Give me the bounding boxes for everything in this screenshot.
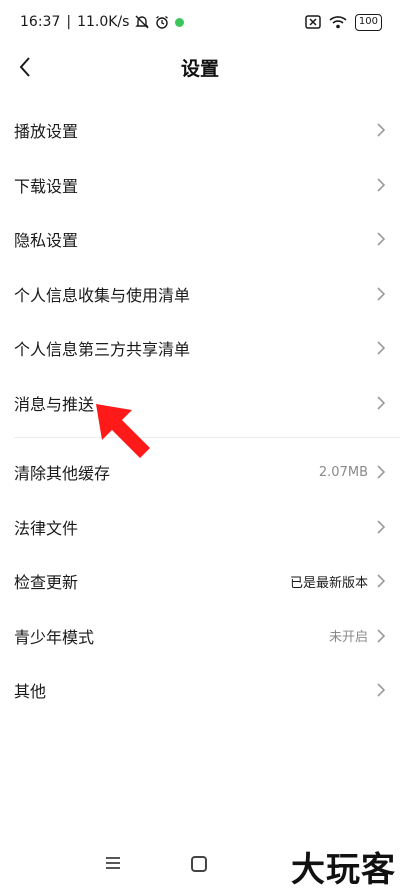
chevron-right-icon (377, 341, 386, 355)
bell-muted-icon (135, 15, 150, 29)
watermark-logo: 大玩客 (291, 850, 396, 889)
row-label: 个人信息第三方共享清单 (14, 340, 191, 360)
status-separator: | (66, 14, 72, 30)
page-header: 设置 (0, 44, 400, 90)
row-label: 个人信息收集与使用清单 (14, 285, 191, 305)
settings-row-messages-push[interactable]: 消息与推送 (0, 376, 400, 431)
chevron-right-icon (377, 232, 386, 246)
app-notification-dot (175, 17, 185, 27)
chevron-right-icon (377, 629, 386, 643)
chevron-right-icon (377, 287, 386, 301)
home-button[interactable] (191, 856, 207, 872)
back-button[interactable] (10, 52, 40, 82)
alarm-clock-icon (155, 15, 169, 29)
settings-row-personal-info-collection[interactable]: 个人信息收集与使用清单 (0, 267, 400, 322)
page-title: 设置 (180, 57, 219, 80)
settings-row-legal[interactable]: 法律文件 (0, 500, 400, 555)
row-label: 清除其他缓存 (14, 464, 111, 484)
settings-list: 播放设置 下载设置 隐私设置 个人信息收集与使用清单 个人信息第三方共享清单 消… (0, 103, 400, 718)
row-label: 其他 (14, 682, 47, 702)
row-label: 法律文件 (14, 518, 79, 538)
cache-size-value: 2.07MB (318, 464, 368, 480)
settings-row-teen-mode[interactable]: 青少年模式 未开启 (0, 609, 400, 664)
status-time: 16:37 (20, 14, 61, 30)
settings-row-privacy[interactable]: 隐私设置 (0, 212, 400, 267)
settings-row-third-party-sharing[interactable]: 个人信息第三方共享清单 (0, 321, 400, 376)
update-status-value: 已是最新版本 (289, 575, 368, 591)
settings-row-check-update[interactable]: 检查更新 已是最新版本 (0, 554, 400, 609)
network-speed: 11.0K/s (77, 14, 130, 30)
row-label: 青少年模式 (14, 627, 95, 647)
settings-row-clear-cache[interactable]: 清除其他缓存 2.07MB (0, 445, 400, 500)
settings-row-playback[interactable]: 播放设置 (0, 103, 400, 158)
chevron-right-icon (377, 683, 386, 697)
row-label: 下载设置 (14, 176, 79, 196)
status-bar: 16:37 | 11.0K/s 100 (0, 0, 400, 44)
teen-mode-value: 未开启 (328, 630, 368, 646)
chevron-left-icon (19, 57, 30, 77)
chevron-right-icon (377, 520, 386, 534)
chevron-right-icon (377, 465, 386, 479)
menu-icon[interactable] (104, 854, 122, 872)
row-label: 消息与推送 (14, 394, 95, 414)
system-nav-bar: 大玩客 (0, 840, 400, 889)
chevron-right-icon (377, 178, 386, 192)
chevron-right-icon (377, 574, 386, 588)
row-label: 隐私设置 (14, 231, 79, 251)
chevron-right-icon (377, 123, 386, 137)
settings-row-download[interactable]: 下载设置 (0, 158, 400, 213)
battery-indicator: 100 (354, 13, 382, 31)
chevron-right-icon (377, 396, 386, 410)
sim-disabled-icon (305, 15, 321, 29)
row-label: 检查更新 (14, 573, 79, 593)
section-divider (14, 437, 400, 438)
row-label: 播放设置 (14, 122, 79, 142)
wifi-icon (329, 15, 347, 29)
settings-row-other[interactable]: 其他 (0, 663, 400, 718)
